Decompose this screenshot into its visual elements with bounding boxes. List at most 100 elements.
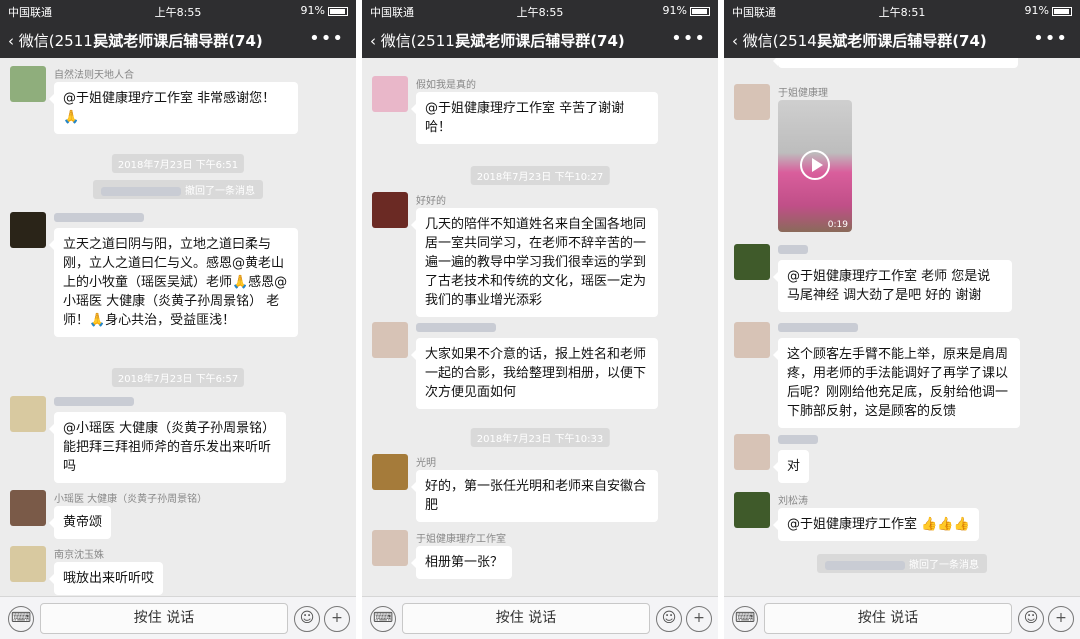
blurred-name	[101, 186, 181, 196]
chat-header: ‹ 微信(2511) 吴斌老师课后辅导群(74) •••	[362, 22, 718, 58]
message-bubble[interactable]: 对	[772, 450, 810, 483]
message-bubble[interactable]: 黄帝颂	[48, 506, 112, 539]
input-bar: ⌨ 按住 说话 ☺ +	[0, 596, 356, 639]
timestamp: 2018年7月23日 下午6:51	[111, 154, 245, 173]
more-icon[interactable]: •••	[1033, 28, 1068, 49]
more-icon[interactable]: •••	[309, 28, 344, 49]
status-bar: 中国联通 上午8:51 91%	[724, 0, 1080, 22]
blurred-name	[825, 560, 905, 570]
chat-title: 吴斌老师课后辅导群(74)	[817, 32, 987, 50]
message-bubble[interactable]: 哦放出来听听哎	[48, 562, 164, 595]
message-list[interactable]: 于姐健康理 0:19 @于姐健康理疗工作室 老师 您是说马尾神经 调大劲了是吧 …	[724, 58, 1080, 596]
sender-name: 光明	[416, 458, 436, 469]
keyboard-icon[interactable]: ⌨	[732, 606, 758, 632]
emoji-icon[interactable]: ☺	[294, 606, 320, 632]
chat-header: ‹ 微信(2511) 吴斌老师课后辅导群(74) •••	[0, 22, 356, 58]
video-message[interactable]: 0:19	[778, 100, 852, 232]
recall-notice: 撤回了一条消息	[93, 180, 263, 199]
avatar[interactable]	[10, 396, 46, 432]
sender-name	[778, 322, 862, 333]
message-bubble[interactable]: @于姐健康理疗工作室 👍👍👍	[773, 508, 979, 541]
input-bar: ⌨ 按住 说话 ☺ +	[362, 596, 718, 639]
message-bubble[interactable]: 大家如果不介意的话，报上姓名和老师一起的合影，我给整理到相册，以便下次方便见面如…	[411, 338, 658, 409]
avatar[interactable]	[10, 66, 46, 102]
message-bubble[interactable]: 立天之道曰阴与阳，立地之道曰柔与刚，立人之道曰仁与义。感恩@黄老山上的小牧童（瑶…	[49, 228, 298, 337]
chat-screen-3: 中国联通 上午8:51 91% ‹ 微信(2514) 吴斌老师课后辅导群(74)…	[724, 0, 1080, 639]
chat-screen-1: 中国联通 上午8:55 91% ‹ 微信(2511) 吴斌老师课后辅导群(74)…	[0, 0, 356, 639]
avatar[interactable]	[734, 492, 770, 528]
sender-name: 南京沈玉姝	[54, 550, 104, 561]
battery-indicator: 91%	[301, 4, 348, 17]
battery-percent: 91%	[1024, 4, 1049, 17]
battery-icon	[690, 6, 710, 16]
status-bar: 中国联通 上午8:55 91%	[362, 0, 718, 22]
timestamp: 2018年7月23日 下午10:27	[470, 166, 610, 185]
chat-header: ‹ 微信(2514) 吴斌老师课后辅导群(74) •••	[724, 22, 1080, 58]
avatar[interactable]	[10, 212, 46, 248]
avatar[interactable]	[372, 192, 408, 228]
blurred-name	[54, 212, 144, 222]
sender-name: 小瑶医 大健康（炎黄子孙周景铭）	[54, 494, 208, 505]
chat-title: 吴斌老师课后辅导群(74)	[455, 32, 625, 50]
emoji-icon[interactable]: ☺	[1018, 606, 1044, 632]
battery-indicator: 91%	[663, 4, 710, 17]
message-list[interactable]: 自然法则天地人合 @于姐健康理疗工作室 非常感谢您！🙏 2018年7月23日 下…	[0, 58, 356, 596]
message-bubble[interactable]: 几天的陪伴不知道姓名来自全国各地同居一室共同学习，在老师不辞辛苦的一遍一遍的教导…	[411, 208, 658, 317]
battery-icon	[328, 6, 348, 16]
sender-name	[416, 322, 500, 333]
message-bubble[interactable]: 好的，第一张任光明和老师来自安徽合肥	[411, 470, 658, 522]
battery-percent: 91%	[662, 4, 687, 17]
message-bubble[interactable]: @于姐健康理疗工作室 非常感谢您！🙏	[49, 82, 298, 134]
video-duration: 0:19	[827, 220, 848, 230]
avatar[interactable]	[372, 530, 408, 566]
message-bubble[interactable]: @小瑶医 大健康（炎黄子孙周景铭） 能把拜三拜祖师斧的音乐发出来听听吗	[49, 412, 286, 483]
message-bubble[interactable]: @于姐健康理疗工作室 辛苦了谢谢哈！	[411, 92, 658, 144]
blurred-name	[54, 396, 134, 406]
more-icon[interactable]: •••	[671, 28, 706, 49]
plus-icon[interactable]: +	[1048, 606, 1074, 632]
avatar[interactable]	[10, 490, 46, 526]
message-bubble[interactable]: 相册第一张？	[410, 546, 513, 579]
sender-name	[778, 244, 812, 255]
emoji-icon[interactable]: ☺	[656, 606, 682, 632]
sender-name: 好好的	[416, 196, 446, 207]
status-bar: 中国联通 上午8:55 91%	[0, 0, 356, 22]
keyboard-icon[interactable]: ⌨	[370, 606, 396, 632]
battery-icon	[1052, 6, 1072, 16]
timestamp: 2018年7月23日 下午6:57	[111, 368, 245, 387]
battery-indicator: 91%	[1025, 4, 1072, 17]
avatar[interactable]	[10, 546, 46, 582]
avatar[interactable]	[372, 76, 408, 112]
sender-name	[54, 212, 148, 223]
hold-to-talk-button[interactable]: 按住 说话	[402, 603, 650, 634]
sender-name: 于姐健康理	[778, 88, 828, 99]
message-bubble[interactable]: 这个顾客左手臂不能上举，原来是肩周疼，用老师的手法能调好了再学了课以后呢？刚刚给…	[773, 338, 1020, 428]
plus-icon[interactable]: +	[686, 606, 712, 632]
avatar[interactable]	[734, 84, 770, 120]
hold-to-talk-button[interactable]: 按住 说话	[764, 603, 1012, 634]
message-list[interactable]: 假如我是真的 @于姐健康理疗工作室 辛苦了谢谢哈！ 2018年7月23日 下午1…	[362, 58, 718, 596]
input-bar: ⌨ 按住 说话 ☺ +	[724, 596, 1080, 639]
message-bubble-partial[interactable]	[773, 58, 1018, 68]
sender-name: 假如我是真的	[416, 80, 476, 91]
plus-icon[interactable]: +	[324, 606, 350, 632]
avatar[interactable]	[372, 322, 408, 358]
timestamp: 2018年7月23日 下午10:33	[470, 428, 610, 447]
blurred-name	[778, 434, 818, 444]
hold-to-talk-button[interactable]: 按住 说话	[40, 603, 288, 634]
avatar[interactable]	[734, 244, 770, 280]
keyboard-icon[interactable]: ⌨	[8, 606, 34, 632]
chat-title: 吴斌老师课后辅导群(74)	[93, 32, 263, 50]
blurred-name	[778, 244, 808, 254]
sender-name: 刘松涛	[778, 496, 808, 507]
play-icon[interactable]	[800, 150, 830, 180]
avatar[interactable]	[734, 322, 770, 358]
avatar[interactable]	[372, 454, 408, 490]
sender-name: 于姐健康理疗工作室	[416, 534, 506, 545]
avatar[interactable]	[734, 434, 770, 470]
message-bubble[interactable]: @于姐健康理疗工作室 老师 您是说马尾神经 调大劲了是吧 好的 谢谢	[773, 260, 1012, 312]
sender-name	[778, 434, 822, 445]
blurred-name	[778, 322, 858, 332]
blurred-name	[416, 322, 496, 332]
sender-name: 自然法则天地人合	[54, 70, 134, 81]
